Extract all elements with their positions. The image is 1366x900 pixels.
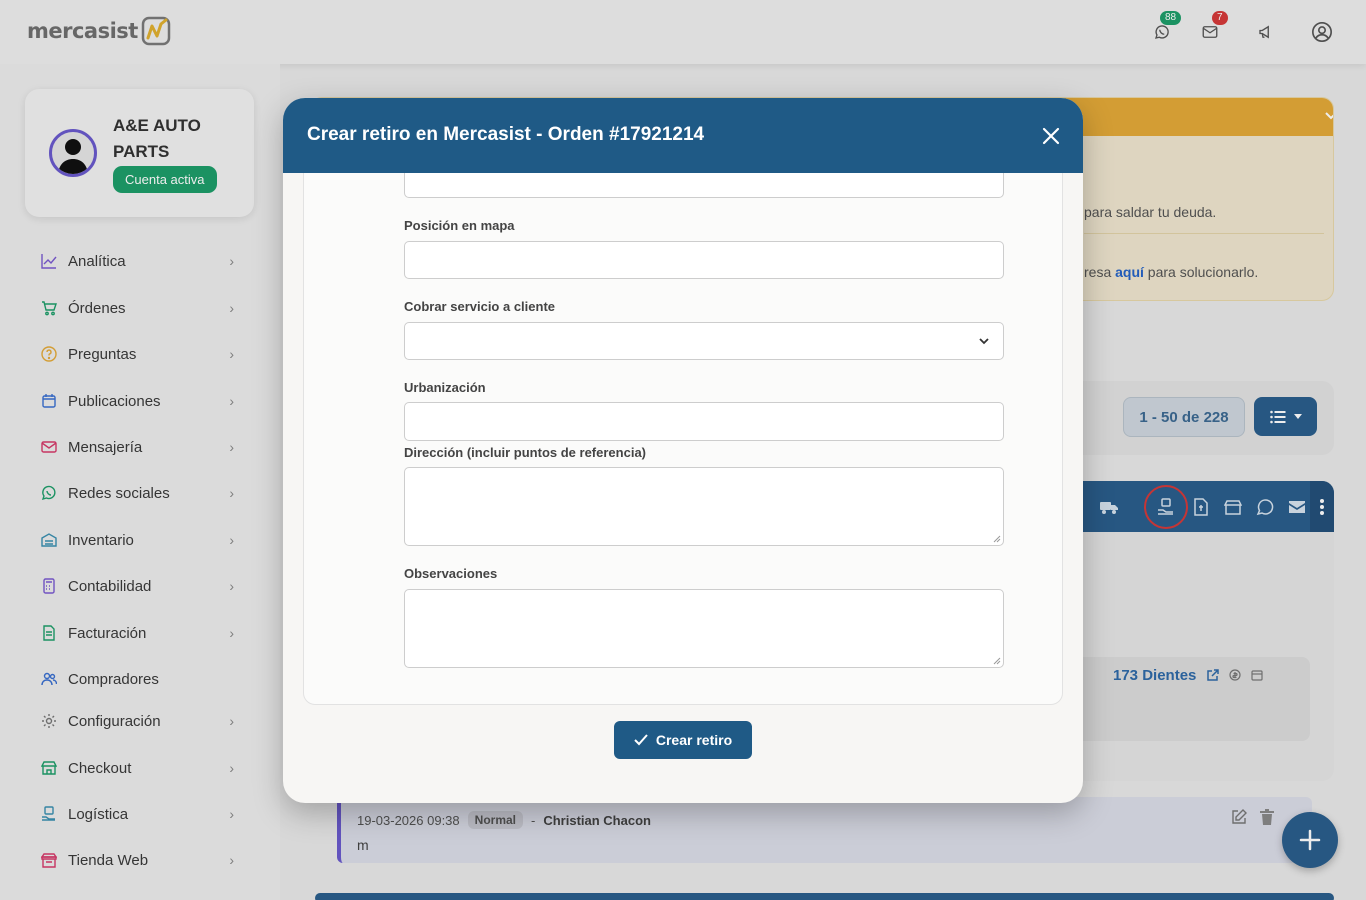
create-pickup-modal: Posición en mapa Cobrar servicio a clien…	[283, 98, 1083, 803]
map-position-input[interactable]	[405, 242, 1003, 278]
observaciones-label: Observaciones	[404, 566, 498, 581]
posicion-label: Posición en mapa	[404, 218, 515, 233]
form-card: Posición en mapa Cobrar servicio a clien…	[303, 119, 1063, 705]
urbanizacion-input[interactable]	[405, 403, 1003, 440]
address-textarea[interactable]	[405, 468, 1003, 545]
create-pickup-label: Crear retiro	[655, 732, 733, 748]
close-icon	[1042, 127, 1060, 145]
urbanizacion-label: Urbanización	[404, 380, 486, 395]
close-button[interactable]	[1039, 124, 1063, 148]
cobrar-label: Cobrar servicio a cliente	[404, 299, 556, 314]
modal-title: Crear retiro en Mercasist - Orden #17921…	[307, 124, 705, 145]
address-field[interactable]	[404, 467, 1004, 546]
observations-field[interactable]	[404, 589, 1004, 668]
observations-textarea[interactable]	[405, 590, 1003, 667]
direccion-label: Dirección (incluir puntos de referencia)	[404, 445, 646, 460]
urbanizacion-field[interactable]	[404, 402, 1004, 441]
chevron-down-icon	[979, 338, 989, 345]
resize-handle-icon[interactable]	[993, 657, 1001, 665]
check-icon	[634, 734, 648, 746]
charge-client-select[interactable]	[404, 322, 1004, 360]
map-position-field[interactable]	[404, 241, 1004, 279]
charge-client-value[interactable]	[405, 323, 1003, 359]
modal-header: Crear retiro en Mercasist - Orden #17921…	[283, 98, 1083, 173]
resize-handle-icon[interactable]	[993, 535, 1001, 543]
create-pickup-button[interactable]: Crear retiro	[614, 721, 752, 759]
